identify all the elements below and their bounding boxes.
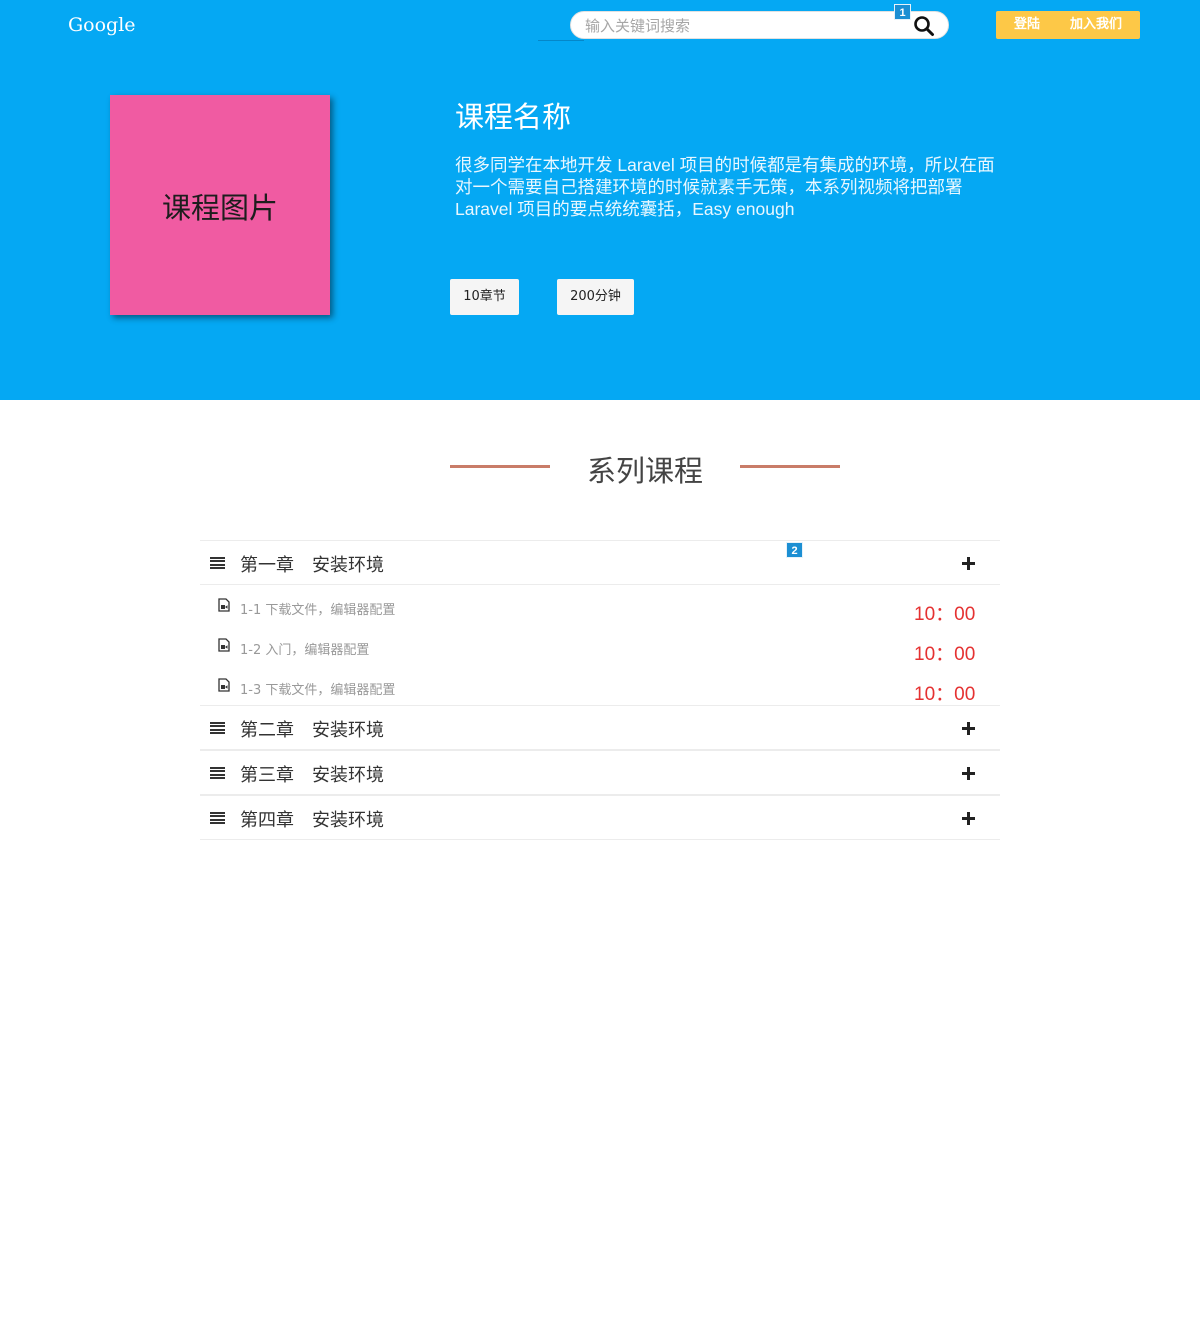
plus-icon[interactable] xyxy=(962,722,975,735)
menu-icon xyxy=(210,812,225,824)
chapter-row-1[interactable]: 第一章 安装环境 xyxy=(200,540,1000,585)
lesson-item[interactable]: 1-2 入门，编辑器配置 10：00 xyxy=(200,630,1000,666)
lesson-title: 1-1 下载文件，编辑器配置 xyxy=(240,603,396,618)
search-bar xyxy=(570,11,949,39)
chapter-title: 第三章 安装环境 xyxy=(240,765,384,786)
search-underline xyxy=(538,40,584,41)
menu-icon xyxy=(210,722,225,734)
menu-icon xyxy=(210,767,225,779)
title-decoration-right xyxy=(740,465,840,468)
search-icon[interactable] xyxy=(913,15,935,37)
course-title: 课程名称 xyxy=(455,100,572,134)
course-hero: Google 1 登陆 加入我们 课程图片 课程名称 很多同学在本地开发 Lar… xyxy=(0,0,1200,400)
video-file-icon xyxy=(218,638,230,652)
lesson-duration: 10：00 xyxy=(914,684,976,705)
auth-buttons: 登陆 加入我们 xyxy=(996,11,1140,39)
chapter-title: 第一章 安装环境 xyxy=(240,555,384,576)
chapter-row-3[interactable]: 第三章 安装环境 xyxy=(200,750,1000,795)
course-description: 很多同学在本地开发 Laravel 项目的时候都是有集成的环境，所以在面对一个需… xyxy=(455,155,995,219)
search-badge: 1 xyxy=(894,4,911,20)
plus-icon[interactable] xyxy=(962,812,975,825)
course-image: 课程图片 xyxy=(110,95,330,315)
plus-icon[interactable] xyxy=(962,767,975,780)
menu-icon xyxy=(210,557,225,569)
join-button[interactable]: 加入我们 xyxy=(1070,11,1122,39)
chapter-row-4[interactable]: 第四章 安装环境 xyxy=(200,795,1000,840)
duration-tag: 200分钟 xyxy=(557,279,634,315)
section-title: 系列课程 xyxy=(586,454,703,488)
logo[interactable]: Google xyxy=(68,14,136,36)
lesson-item[interactable]: 1-3 下载文件，编辑器配置 10：00 xyxy=(200,670,1000,706)
lesson-duration: 10：00 xyxy=(914,644,976,665)
lesson-item[interactable]: 1-1 下载文件，编辑器配置 10：00 xyxy=(200,590,1000,626)
login-button[interactable]: 登陆 xyxy=(1014,11,1040,39)
chapter-row-2[interactable]: 第二章 安装环境 xyxy=(200,705,1000,750)
chapter-title: 第四章 安装环境 xyxy=(240,810,384,831)
lesson-title: 1-3 下载文件，编辑器配置 xyxy=(240,683,396,698)
course-image-label: 课程图片 xyxy=(161,191,278,225)
video-file-icon xyxy=(218,678,230,692)
plus-icon[interactable] xyxy=(962,557,975,570)
search-input[interactable] xyxy=(585,15,895,37)
chapter-title: 第二章 安装环境 xyxy=(240,720,384,741)
chapter-badge: 2 xyxy=(786,542,803,558)
video-file-icon xyxy=(218,598,230,612)
chapters-count-tag: 10章节 xyxy=(450,279,519,315)
lesson-title: 1-2 入门，编辑器配置 xyxy=(240,643,370,658)
lesson-duration: 10：00 xyxy=(914,604,976,625)
